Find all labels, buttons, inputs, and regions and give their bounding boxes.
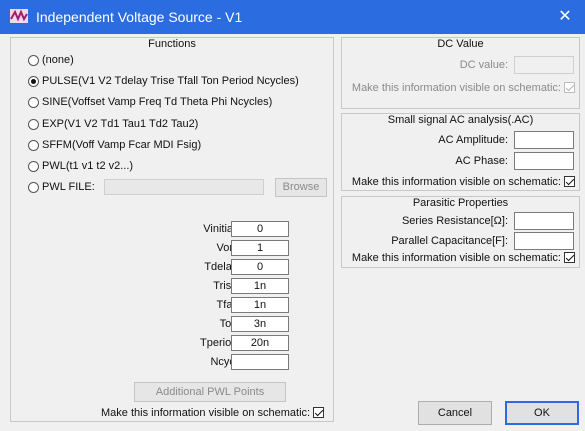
parasitic-visible-label: Make this information visible on schemat… xyxy=(351,252,561,264)
dc-visible-label: Make this information visible on schemat… xyxy=(351,82,561,94)
functions-visible-checkbox[interactable] xyxy=(313,407,325,418)
ac-visible-label: Make this information visible on schemat… xyxy=(351,176,561,188)
browse-button[interactable]: Browse xyxy=(275,178,327,197)
param-input-ton[interactable]: 3n xyxy=(231,316,289,332)
param-input-trise[interactable]: 1n xyxy=(231,278,289,294)
series-resistance-input[interactable] xyxy=(514,212,574,230)
radio-label: SINE(Voffset Vamp Freq Td Theta Phi Ncyc… xyxy=(42,96,273,108)
cancel-button[interactable]: Cancel xyxy=(418,401,492,425)
radio-label: PWL FILE: xyxy=(42,181,95,193)
radio-option-sine[interactable]: SINE(Voffset Vamp Freq Td Theta Phi Ncyc… xyxy=(28,94,272,110)
radio-button[interactable] xyxy=(28,118,39,130)
ac-amplitude-label: AC Amplitude: xyxy=(438,134,508,146)
radio-label: (none) xyxy=(42,54,74,66)
param-input-vinitial[interactable]: 0 xyxy=(231,221,289,237)
functions-visible-label: Make this information visible on schemat… xyxy=(101,407,311,419)
dialog-window: Independent Voltage Source - V1 ✕ Functi… xyxy=(0,0,585,431)
ac-visible-checkbox[interactable] xyxy=(564,176,575,187)
ok-button[interactable]: OK xyxy=(505,401,579,425)
radio-label: PWL(t1 v1 t2 v2...) xyxy=(42,160,134,172)
dc-visible-checkbox[interactable] xyxy=(564,82,575,93)
radio-option-pulse[interactable]: PULSE(V1 V2 Tdelay Trise Tfall Ton Perio… xyxy=(28,73,299,89)
param-input-ncycles[interactable] xyxy=(231,354,289,370)
voltage-source-icon xyxy=(10,9,28,23)
radio-option-pwl-file[interactable]: PWL FILE: xyxy=(28,179,95,195)
series-resistance-label: Series Resistance[Ω]: xyxy=(401,215,508,227)
dc-value-title: DC Value xyxy=(437,38,484,50)
param-input-tdelay[interactable]: 0 xyxy=(231,259,289,275)
functions-title: Functions xyxy=(148,38,196,50)
radio-option-sffm[interactable]: SFFM(Voff Vamp Fcar MDI Fsig) xyxy=(28,137,201,153)
radio-option-pwl[interactable]: PWL(t1 v1 t2 v2...) xyxy=(28,158,133,174)
dc-visible-row: Make this information visible on schemat… xyxy=(348,80,575,96)
close-button[interactable]: ✕ xyxy=(545,0,585,34)
parallel-capacitance-label: Parallel Capacitance[F]: xyxy=(391,235,508,247)
additional-pwl-points-button[interactable]: Additional PWL Points xyxy=(134,382,286,402)
radio-label: PULSE(V1 V2 Tdelay Trise Tfall Ton Perio… xyxy=(42,75,299,87)
ac-amplitude-input[interactable] xyxy=(514,131,574,149)
radio-button[interactable] xyxy=(28,139,39,151)
ac-phase-label: AC Phase: xyxy=(455,155,508,167)
title-bar[interactable]: Independent Voltage Source - V1 ✕ xyxy=(0,0,585,34)
radio-option-none[interactable]: (none) xyxy=(28,52,74,68)
radio-option-exp[interactable]: EXP(V1 V2 Td1 Tau1 Td2 Tau2) xyxy=(28,116,198,132)
param-input-tfall[interactable]: 1n xyxy=(231,297,289,313)
param-input-tperiod[interactable]: 20n xyxy=(231,335,289,351)
parasitic-title: Parasitic Properties xyxy=(412,197,509,209)
dc-value-input[interactable] xyxy=(514,56,574,74)
radio-button[interactable] xyxy=(28,181,39,193)
parasitic-visible-checkbox[interactable] xyxy=(564,252,575,263)
radio-label: EXP(V1 V2 Td1 Tau1 Td2 Tau2) xyxy=(42,118,199,130)
radio-label: SFFM(Voff Vamp Fcar MDI Fsig) xyxy=(42,139,202,151)
radio-button[interactable] xyxy=(28,160,39,172)
dc-value-label: DC value: xyxy=(459,59,508,71)
ac-analysis-title: Small signal AC analysis(.AC) xyxy=(387,114,534,126)
pwl-file-input[interactable] xyxy=(104,179,264,195)
ac-visible-row: Make this information visible on schemat… xyxy=(348,174,575,190)
ac-phase-input[interactable] xyxy=(514,152,574,170)
radio-button[interactable] xyxy=(28,96,39,108)
window-title: Independent Voltage Source - V1 xyxy=(36,9,243,25)
radio-button[interactable] xyxy=(28,75,39,87)
parasitic-visible-row: Make this information visible on schemat… xyxy=(348,250,575,266)
param-input-von[interactable]: 1 xyxy=(231,240,289,256)
radio-button[interactable] xyxy=(28,54,39,66)
parallel-capacitance-input[interactable] xyxy=(514,232,574,250)
functions-visible-row: Make this information visible on schemat… xyxy=(101,405,325,421)
